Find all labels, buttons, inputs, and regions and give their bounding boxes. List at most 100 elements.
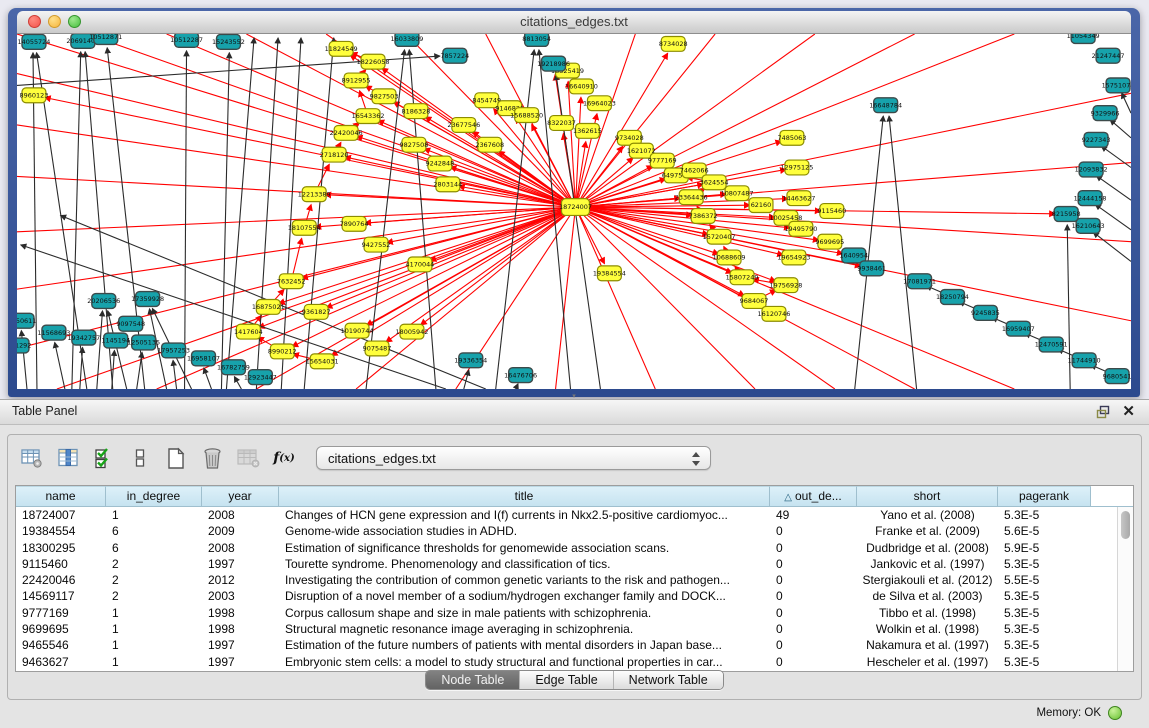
table-cell[interactable]: Stergiakouli et al. (2012) bbox=[857, 572, 998, 588]
graph-node[interactable]: 10190744 bbox=[341, 323, 374, 338]
table-cell[interactable]: Embryonic stem cells: a model to study s… bbox=[279, 654, 770, 670]
column-header-short[interactable]: short bbox=[857, 486, 998, 506]
column-header-pagerank[interactable]: pagerank bbox=[998, 486, 1091, 506]
table-cell[interactable]: 5.3E-5 bbox=[998, 605, 1091, 621]
column-header-year[interactable]: year bbox=[202, 486, 279, 506]
tab-network-table[interactable]: Network Table bbox=[613, 671, 723, 689]
table-cell[interactable]: 19384554 bbox=[16, 523, 106, 539]
graph-node[interactable]: 11824549 bbox=[325, 41, 358, 56]
graph-node[interactable]: 17081971 bbox=[903, 274, 936, 289]
graph-node[interactable]: 18250794 bbox=[936, 290, 969, 305]
graph-node[interactable]: 16120746 bbox=[758, 306, 791, 321]
table-cell[interactable]: 9463627 bbox=[16, 654, 106, 670]
column-header-out_de[interactable]: △out_de... bbox=[770, 486, 857, 506]
graph-node[interactable]: 7632452 bbox=[277, 274, 306, 289]
table-cell[interactable]: 5.3E-5 bbox=[998, 556, 1091, 572]
table-cell[interactable]: 1 bbox=[106, 605, 202, 621]
select-columns-icon[interactable] bbox=[92, 447, 116, 469]
graph-node[interactable]: 15688520 bbox=[510, 108, 543, 123]
table-cell[interactable]: Tourette syndrome. Phenomenology and cla… bbox=[279, 556, 770, 572]
graph-node[interactable]: 11054349 bbox=[1067, 34, 1100, 43]
graph-node[interactable]: 8813054 bbox=[522, 34, 551, 46]
graph-node[interactable]: 21247447 bbox=[1092, 48, 1125, 63]
table-cell[interactable]: 18724007 bbox=[16, 507, 106, 523]
graph-node[interactable]: 9684067 bbox=[740, 294, 769, 309]
scrollbar-thumb[interactable] bbox=[1121, 511, 1130, 539]
graph-node[interactable]: 12470591 bbox=[1035, 337, 1068, 352]
graph-node[interactable]: 11744910 bbox=[1068, 353, 1101, 368]
graph-node[interactable]: 20206536 bbox=[87, 294, 120, 309]
graph-node[interactable]: 19495790 bbox=[784, 221, 817, 236]
network-graph[interactable]: 1872400711824549182260588912955982750381… bbox=[17, 34, 1131, 389]
table-cell[interactable]: 9777169 bbox=[16, 605, 106, 621]
graph-node[interactable]: 17359928 bbox=[131, 292, 164, 307]
table-mode-icon[interactable] bbox=[20, 447, 44, 469]
table-cell[interactable]: 2003 bbox=[202, 588, 279, 604]
graph-node[interactable]: 19342757 bbox=[67, 330, 100, 345]
graph-node[interactable]: 2803144 bbox=[433, 177, 462, 192]
table-cell[interactable]: Genome-wide association studies in ADHD. bbox=[279, 523, 770, 539]
table-cell[interactable]: 0 bbox=[770, 621, 857, 637]
graph-node[interactable]: 19336354 bbox=[454, 353, 487, 368]
graph-node[interactable]: 2367608 bbox=[475, 137, 504, 152]
graph-node[interactable]: 16543362 bbox=[352, 109, 385, 124]
graph-node[interactable]: 12444158 bbox=[1074, 191, 1107, 206]
graph-node[interactable]: 8734028 bbox=[659, 36, 688, 51]
graph-node[interactable]: 10807487 bbox=[721, 186, 754, 201]
table-cell[interactable]: 5.3E-5 bbox=[998, 637, 1091, 653]
graph-node[interactable]: 9427552 bbox=[362, 237, 391, 252]
graph-node[interactable]: 9245835 bbox=[971, 305, 1000, 320]
table-cell[interactable]: 0 bbox=[770, 572, 857, 588]
graph-node[interactable]: 12923447 bbox=[244, 370, 277, 385]
graph-node[interactable]: 1362615 bbox=[573, 123, 602, 138]
table-row[interactable]: 977716911998Corpus callosum shape and si… bbox=[16, 605, 1133, 621]
table-cell[interactable]: 5.3E-5 bbox=[998, 507, 1091, 523]
table-cell[interactable]: 1 bbox=[106, 621, 202, 637]
table-cell[interactable]: 22420046 bbox=[16, 572, 106, 588]
tab-node-table[interactable]: Node Table bbox=[426, 671, 519, 689]
graph-node[interactable]: 1350611 bbox=[17, 313, 36, 328]
table-row[interactable]: 2242004622012Investigating the contribut… bbox=[16, 572, 1133, 588]
table-row[interactable]: 946554611997Estimation of the future num… bbox=[16, 637, 1133, 653]
table-cell[interactable]: Corpus callosum shape and size in male p… bbox=[279, 605, 770, 621]
table-cell[interactable]: Disruption of a novel member of a sodium… bbox=[279, 588, 770, 604]
graph-node[interactable]: 9699695 bbox=[815, 234, 844, 249]
graph-node[interactable]: 23364436 bbox=[675, 190, 708, 205]
graph-node[interactable]: 12213389 bbox=[298, 187, 331, 202]
graph-node[interactable]: 8990212 bbox=[268, 344, 297, 359]
graph-node[interactable]: 9227343 bbox=[1082, 132, 1111, 147]
table-cell[interactable]: 1997 bbox=[202, 637, 279, 653]
table-cell[interactable]: Structural magnetic resonance image aver… bbox=[279, 621, 770, 637]
table-cell[interactable]: 5.5E-5 bbox=[998, 572, 1091, 588]
table-cell[interactable]: 49 bbox=[770, 507, 857, 523]
close-panel-icon[interactable]: ✕ bbox=[1122, 402, 1135, 420]
table-cell[interactable]: 0 bbox=[770, 637, 857, 653]
table-cell[interactable]: 1998 bbox=[202, 621, 279, 637]
table-cell[interactable]: 0 bbox=[770, 540, 857, 556]
graph-node[interactable]: 2718120 bbox=[320, 147, 349, 162]
table-cell[interactable]: 2008 bbox=[202, 540, 279, 556]
table-cell[interactable]: de Silva et al. (2003) bbox=[857, 588, 998, 604]
graph-node[interactable]: 12505135 bbox=[127, 335, 160, 350]
graph-node[interactable]: 23677546 bbox=[447, 118, 480, 133]
graph-node[interactable]: 9827503 bbox=[370, 89, 399, 104]
graph-node[interactable]: 17957253 bbox=[157, 343, 190, 358]
graph-node[interactable]: 7857224 bbox=[440, 48, 469, 63]
delete-column-icon[interactable] bbox=[200, 447, 224, 469]
graph-node[interactable]: 16959407 bbox=[1002, 321, 1035, 336]
column-header-name[interactable]: name bbox=[16, 486, 106, 506]
row-height-icon[interactable] bbox=[128, 447, 152, 469]
graph-node[interactable]: 9115460 bbox=[817, 204, 846, 219]
table-cell[interactable]: 2 bbox=[106, 588, 202, 604]
graph-node[interactable]: 19654923 bbox=[777, 250, 810, 265]
column-header-title[interactable]: title bbox=[279, 486, 770, 506]
graph-node[interactable]: 8215958 bbox=[1052, 207, 1081, 222]
graph-node[interactable]: 9361827 bbox=[302, 304, 331, 319]
table-cell[interactable]: Franke et al. (2009) bbox=[857, 523, 998, 539]
table-cell[interactable]: 1998 bbox=[202, 605, 279, 621]
graph-node[interactable]: 11568693 bbox=[37, 325, 70, 340]
graph-node[interactable]: 16648784 bbox=[869, 98, 902, 113]
graph-node[interactable]: 19756928 bbox=[769, 278, 802, 293]
graph-node[interactable]: 19384554 bbox=[593, 266, 626, 281]
graph-node[interactable]: 9680541 bbox=[1103, 369, 1131, 384]
